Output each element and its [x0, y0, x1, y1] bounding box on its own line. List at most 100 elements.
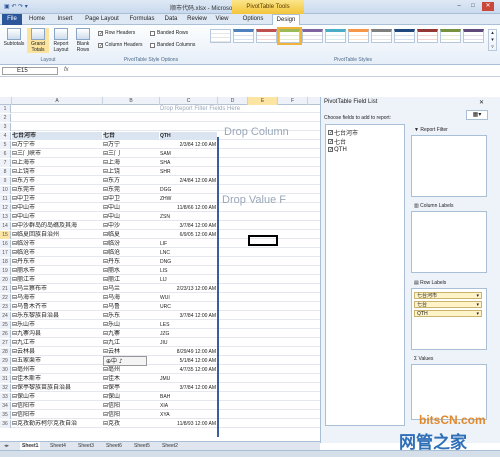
cell-code[interactable]: SHR [160, 168, 217, 176]
cell-code[interactable]: DGG [160, 186, 217, 194]
row-number[interactable]: 11 [0, 195, 11, 203]
close-icon[interactable]: ✕ [479, 99, 484, 106]
cell-city[interactable]: ⊟九江市 [12, 339, 102, 347]
pivot-style-swatch[interactable] [463, 29, 484, 43]
cell-short[interactable]: ⊟东方 [103, 177, 159, 185]
row-number[interactable]: 6 [0, 150, 11, 158]
row-number[interactable]: 16 [0, 240, 11, 248]
cell-city[interactable] [12, 105, 102, 113]
cell-city[interactable]: ⊟丹东市 [12, 258, 102, 266]
cell-code[interactable]: JMU [160, 375, 217, 383]
cell-short[interactable]: ⊟万宁 [103, 141, 159, 149]
tab-page-layout[interactable]: Page Layout [82, 14, 122, 25]
cell-code[interactable]: XIA [160, 402, 217, 410]
row-number[interactable]: 9 [0, 177, 11, 185]
cell-city[interactable]: ⊟上海市 [12, 159, 102, 167]
row-number[interactable]: 22 [0, 294, 11, 302]
row-number[interactable]: 3 [0, 123, 11, 131]
banded-columns-checkbox[interactable]: Banded Columns [150, 42, 195, 48]
table-row[interactable]: 35 ⊟信阳市 ⊟信阳 XYA [0, 411, 320, 419]
cell-city[interactable]: ⊟乐东黎族自治县 [12, 312, 102, 320]
pivot-style-swatch[interactable] [233, 29, 254, 43]
row-number[interactable]: 18 [0, 258, 11, 266]
field-item[interactable]: ✓ 七台 [328, 137, 346, 146]
cell-code[interactable]: URC [160, 303, 217, 311]
values-area[interactable] [411, 364, 487, 420]
cell-city[interactable]: ⊟九寨沟县 [12, 330, 102, 338]
cell-code[interactable]: 4/7/35 12:00 AM [160, 366, 217, 374]
pivot-style-swatch[interactable] [325, 29, 346, 43]
pivot-style-swatch[interactable] [210, 29, 231, 43]
table-row[interactable]: 20 ⊟丽江市 ⊟丽江 LIJ [0, 276, 320, 284]
cell-short[interactable] [103, 114, 159, 122]
cell-short[interactable]: ⊟克孜 [103, 420, 159, 428]
row-number[interactable]: 31 [0, 375, 11, 383]
cell-code[interactable]: JZG [160, 330, 217, 338]
tab-review[interactable]: Review [184, 14, 210, 25]
row-field-pill[interactable]: 七台 ▾ [414, 301, 482, 308]
row-number[interactable]: 5 [0, 141, 11, 149]
table-row[interactable]: 30 ⊟亳州市 ⊟亳州 4/7/35 12:00 AM [0, 366, 320, 374]
row-number[interactable]: 23 [0, 303, 11, 311]
tab-insert[interactable]: Insert [52, 14, 78, 25]
table-row[interactable]: 21 ⊟乌兰察布市 ⊟乌兰 2/23/13 12:00 AM [0, 285, 320, 293]
cell-short[interactable]: ⊟丹东 [103, 258, 159, 266]
cell-short[interactable]: ⊟九寨 [103, 330, 159, 338]
table-row[interactable]: 14 ⊟中沙群岛的岛礁及其海 ⊟中沙 3/7/84 12:00 AM [0, 222, 320, 230]
cell-short[interactable] [103, 105, 159, 113]
table-row[interactable]: 33 ⊟保山市 ⊟保山 BAH [0, 393, 320, 401]
cell-city[interactable]: ⊟三门峡市 [12, 150, 102, 158]
column-headers-checkbox[interactable]: ✓ Column Headers [98, 42, 143, 48]
cell-code[interactable]: 3/7/84 12:00 AM [160, 222, 217, 230]
row-number[interactable]: 15 [0, 231, 11, 239]
cell-city[interactable]: ⊟乌兰察布市 [12, 285, 102, 293]
row-number[interactable]: 29 [0, 357, 11, 365]
row-field-pill[interactable]: QTH ▾ [414, 310, 482, 317]
cell-short[interactable]: ⊟保山 [103, 393, 159, 401]
cell-short[interactable]: ⊟丽江 [103, 276, 159, 284]
row-number[interactable]: 25 [0, 321, 11, 329]
row-number[interactable]: 30 [0, 366, 11, 374]
cell-code[interactable]: QTH [160, 132, 217, 140]
cell-code[interactable]: WUI [160, 294, 217, 302]
quick-access-toolbar[interactable]: ▣ ↶ ↷ ▾ [4, 3, 28, 10]
row-labels-area[interactable]: 七台河市 ▾ 七台 ▾ QTH ▾ [411, 288, 487, 350]
cell-code[interactable]: 3/7/84 12:00 AM [160, 312, 217, 320]
drop-column-hint[interactable]: Drop Column [224, 126, 289, 138]
pivot-style-swatch[interactable] [371, 29, 392, 43]
row-number[interactable]: 21 [0, 285, 11, 293]
cell-code[interactable]: 6/9/05 12:00 AM [160, 231, 217, 239]
cell-short[interactable]: ⊟保亭 [103, 384, 159, 392]
table-row[interactable]: 22 ⊟乌海市 ⊟乌海 WUI [0, 294, 320, 302]
tab-options[interactable]: Options [238, 14, 268, 25]
cell-short[interactable]: ⊟上海 [103, 159, 159, 167]
cell-city[interactable] [12, 114, 102, 122]
row-number[interactable]: 26 [0, 330, 11, 338]
row-headers-checkbox[interactable]: ✓ Row Headers [98, 30, 135, 36]
cell-city[interactable]: ⊟信阳市 [12, 411, 102, 419]
column-header-a[interactable]: A [12, 97, 103, 105]
cell-short[interactable] [103, 123, 159, 131]
row-number[interactable]: 4 [0, 132, 11, 140]
column-header-b[interactable]: B [103, 97, 160, 105]
styles-more-icon[interactable]: ▴ ▾ ▿ [488, 29, 497, 51]
tab-file[interactable]: File [2, 14, 22, 25]
cell-code[interactable]: 2/3/84 12:00 AM [160, 141, 217, 149]
grand-totals-button[interactable]: Grand Totals [27, 28, 49, 53]
cell-city[interactable]: ⊟万宁市 [12, 141, 102, 149]
row-number[interactable]: 14 [0, 222, 11, 230]
pivot-style-swatch[interactable] [440, 29, 461, 43]
cell-city[interactable]: ⊟乌海市 [12, 294, 102, 302]
cell-code[interactable]: SAM [160, 150, 217, 158]
table-row[interactable]: 10 ⊟东莞市 ⊟东莞 DGG [0, 186, 320, 194]
row-number[interactable]: 1 [0, 105, 11, 113]
column-header-f[interactable]: F [278, 97, 308, 105]
cell-code[interactable]: LIJ [160, 276, 217, 284]
select-all-corner[interactable] [0, 97, 12, 105]
table-row[interactable]: 25 ⊟乐山市 ⊟乐山 LES [0, 321, 320, 329]
cell-short[interactable]: ⊟东莞 [103, 186, 159, 194]
cell-short[interactable]: ⊟临夏 [103, 231, 159, 239]
cell-city[interactable]: ⊟中卫市 [12, 195, 102, 203]
pivot-style-swatch[interactable] [394, 29, 415, 43]
pivot-style-swatch[interactable] [348, 29, 369, 43]
